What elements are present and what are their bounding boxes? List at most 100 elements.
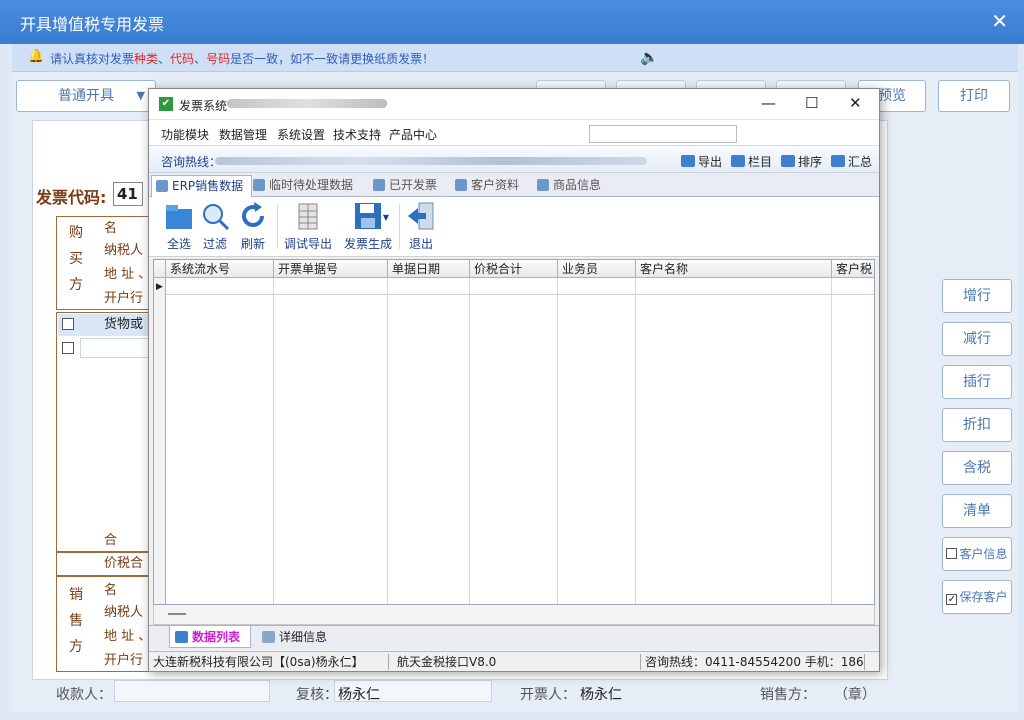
add-row-button[interactable]: 增行 bbox=[942, 279, 1012, 313]
notice-text: 请认真核对发票种类、代码、号码是否一致，如不一致请更换纸质发票！ bbox=[50, 52, 435, 66]
column-divider bbox=[273, 278, 274, 604]
tab-temp-pending[interactable]: 临时待处理数据 bbox=[249, 175, 361, 197]
columns-button[interactable]: 栏目 bbox=[731, 153, 772, 170]
seller-section-label: 销售方 bbox=[69, 587, 83, 655]
menu-search-input[interactable] bbox=[589, 125, 737, 143]
menu-bar: 功能模块 数据管理 系统设置 技术支持 产品中心 bbox=[149, 119, 879, 145]
filter-button[interactable]: 过滤 bbox=[197, 201, 233, 252]
debug-export-button[interactable]: 调试导出 bbox=[281, 201, 335, 252]
seal-label: （章） bbox=[834, 687, 876, 703]
refresh-button[interactable]: 刷新 bbox=[235, 201, 271, 252]
column-divider bbox=[635, 278, 636, 604]
redacted-hotline-text bbox=[215, 157, 647, 165]
sales-data-grid[interactable]: 系统流水号 开票单据号 单据日期 价税合计 业务员 客户名称 客户税 ▶ bbox=[153, 259, 875, 605]
close-icon[interactable]: ✕ bbox=[991, 9, 1008, 33]
discount-button[interactable]: 折扣 bbox=[942, 408, 1012, 442]
checkbox-checked-icon bbox=[946, 594, 958, 605]
export-button[interactable]: 导出 bbox=[681, 153, 722, 170]
export-icon bbox=[681, 155, 695, 167]
tax-total-label: 价税合 bbox=[104, 556, 144, 571]
goods-total-label: 合 bbox=[104, 533, 118, 548]
invoice-code-field[interactable]: 41 bbox=[113, 182, 143, 206]
buyer-taxid-label: 纳税人 bbox=[104, 243, 144, 258]
tab-issued-invoices[interactable]: 已开发票 bbox=[369, 175, 445, 197]
document-icon bbox=[253, 179, 265, 191]
close-icon[interactable]: ✕ bbox=[849, 94, 862, 112]
tax-inclusive-button[interactable]: 含税 bbox=[942, 451, 1012, 485]
toolbar-separator bbox=[399, 205, 400, 249]
insert-row-button[interactable]: 插行 bbox=[942, 365, 1012, 399]
column-header[interactable]: 业务员 bbox=[558, 260, 636, 278]
menu-data-management[interactable]: 数据管理 bbox=[219, 126, 267, 143]
column-header[interactable]: 客户名称 bbox=[636, 260, 832, 278]
print-button[interactable]: 打印 bbox=[938, 80, 1010, 112]
row-indicator: ▶ bbox=[154, 278, 166, 604]
folder-icon bbox=[175, 631, 188, 643]
status-contact: 咨询热线：0411-84554200 手机：1864 bbox=[645, 654, 865, 670]
seller-bank-label: 开户行 bbox=[104, 653, 144, 668]
summary-icon bbox=[831, 155, 845, 167]
customer-info-checkbox[interactable]: 客户信息 bbox=[942, 537, 1012, 571]
summary-button[interactable]: 汇总 bbox=[831, 153, 872, 170]
redacted-title-text bbox=[227, 99, 387, 108]
column-header[interactable]: 价税合计 bbox=[470, 260, 558, 278]
tab-detail-info[interactable]: 详细信息 bbox=[257, 626, 337, 648]
scrollbar-thumb[interactable] bbox=[168, 613, 186, 615]
goods-select-all-checkbox[interactable] bbox=[62, 318, 74, 330]
document-icon bbox=[455, 179, 467, 191]
column-header[interactable]: 客户税 bbox=[832, 260, 874, 278]
save-customer-checkbox[interactable]: 保存客户 bbox=[942, 580, 1012, 614]
list-button[interactable]: 清单 bbox=[942, 494, 1012, 528]
column-header[interactable]: 系统流水号 bbox=[166, 260, 274, 278]
menu-product-center[interactable]: 产品中心 bbox=[389, 126, 437, 143]
issuer-label: 开票人： bbox=[520, 687, 576, 703]
seller-name-label: 名 bbox=[104, 583, 118, 598]
folder-icon bbox=[164, 201, 194, 231]
column-divider bbox=[557, 278, 558, 604]
goods-row-checkbox[interactable] bbox=[62, 342, 74, 354]
normal-issue-dropdown[interactable]: 普通开具 ▼ bbox=[16, 80, 156, 112]
checkbox-icon bbox=[946, 548, 958, 559]
status-interface: 航天金税接口V8.0 bbox=[395, 654, 641, 670]
menu-tech-support[interactable]: 技术支持 bbox=[333, 126, 381, 143]
column-divider bbox=[831, 278, 832, 604]
reviewer-label: 复核： bbox=[296, 687, 338, 703]
invoice-system-dialog: ✔ 发票系统 — ☐ ✕ 功能模块 数据管理 系统设置 技术支持 产品中心 咨询… bbox=[148, 88, 880, 672]
horizontal-scrollbar[interactable] bbox=[153, 605, 875, 625]
minimize-icon[interactable]: — bbox=[761, 94, 776, 112]
menu-system-settings[interactable]: 系统设置 bbox=[277, 126, 325, 143]
reviewer-value: 杨永仁 bbox=[338, 687, 380, 703]
goods-row-cell[interactable] bbox=[80, 338, 150, 358]
tab-customer-info[interactable]: 客户资料 bbox=[451, 175, 527, 197]
seller-taxid-label: 纳税人 bbox=[104, 605, 144, 620]
payee-field[interactable] bbox=[114, 680, 270, 702]
status-bar: 大连新税科技有限公司【(0sa)杨永仁】 航天金税接口V8.0 咨询热线：041… bbox=[149, 651, 879, 671]
checkmark-icon bbox=[373, 179, 385, 191]
tab-data-list[interactable]: 数据列表 bbox=[169, 626, 252, 648]
column-divider bbox=[387, 278, 388, 604]
table-row[interactable] bbox=[166, 294, 874, 295]
menu-function-modules[interactable]: 功能模块 bbox=[161, 126, 209, 143]
buyer-name-label: 名 bbox=[104, 221, 118, 236]
column-header[interactable]: 开票单据号 bbox=[274, 260, 388, 278]
buyer-bank-label: 开户行 bbox=[104, 291, 144, 306]
column-header[interactable]: 单据日期 bbox=[388, 260, 470, 278]
speaker-icon[interactable]: 🔈 bbox=[640, 48, 659, 66]
invoice-generate-button[interactable]: ▼ 发票生成 bbox=[341, 201, 395, 252]
issuer-value: 杨永仁 bbox=[580, 687, 622, 703]
tab-product-info[interactable]: 商品信息 bbox=[533, 175, 609, 197]
invoice-code-label: 发票代码: bbox=[36, 188, 107, 207]
data-tabs: ERP销售数据 临时待处理数据 已开发票 客户资料 商品信息 bbox=[149, 173, 879, 197]
tab-erp-sales[interactable]: ERP销售数据 bbox=[151, 175, 253, 197]
select-all-button[interactable]: 全选 bbox=[161, 201, 197, 252]
view-tabs: 数据列表 详细信息 bbox=[149, 625, 879, 649]
data-toolbar: 全选 过滤 刷新 调试导出 ▼ 发票生成 退出 bbox=[149, 197, 879, 257]
document-icon bbox=[156, 180, 168, 192]
delete-row-button[interactable]: 减行 bbox=[942, 322, 1012, 356]
exit-button[interactable]: 退出 bbox=[403, 201, 439, 252]
maximize-icon[interactable]: ☐ bbox=[805, 94, 818, 112]
payee-label: 收款人： bbox=[56, 687, 112, 703]
toolbar-separator bbox=[277, 205, 278, 249]
export-grid-icon bbox=[293, 201, 323, 231]
sort-button[interactable]: 排序 bbox=[781, 153, 822, 170]
